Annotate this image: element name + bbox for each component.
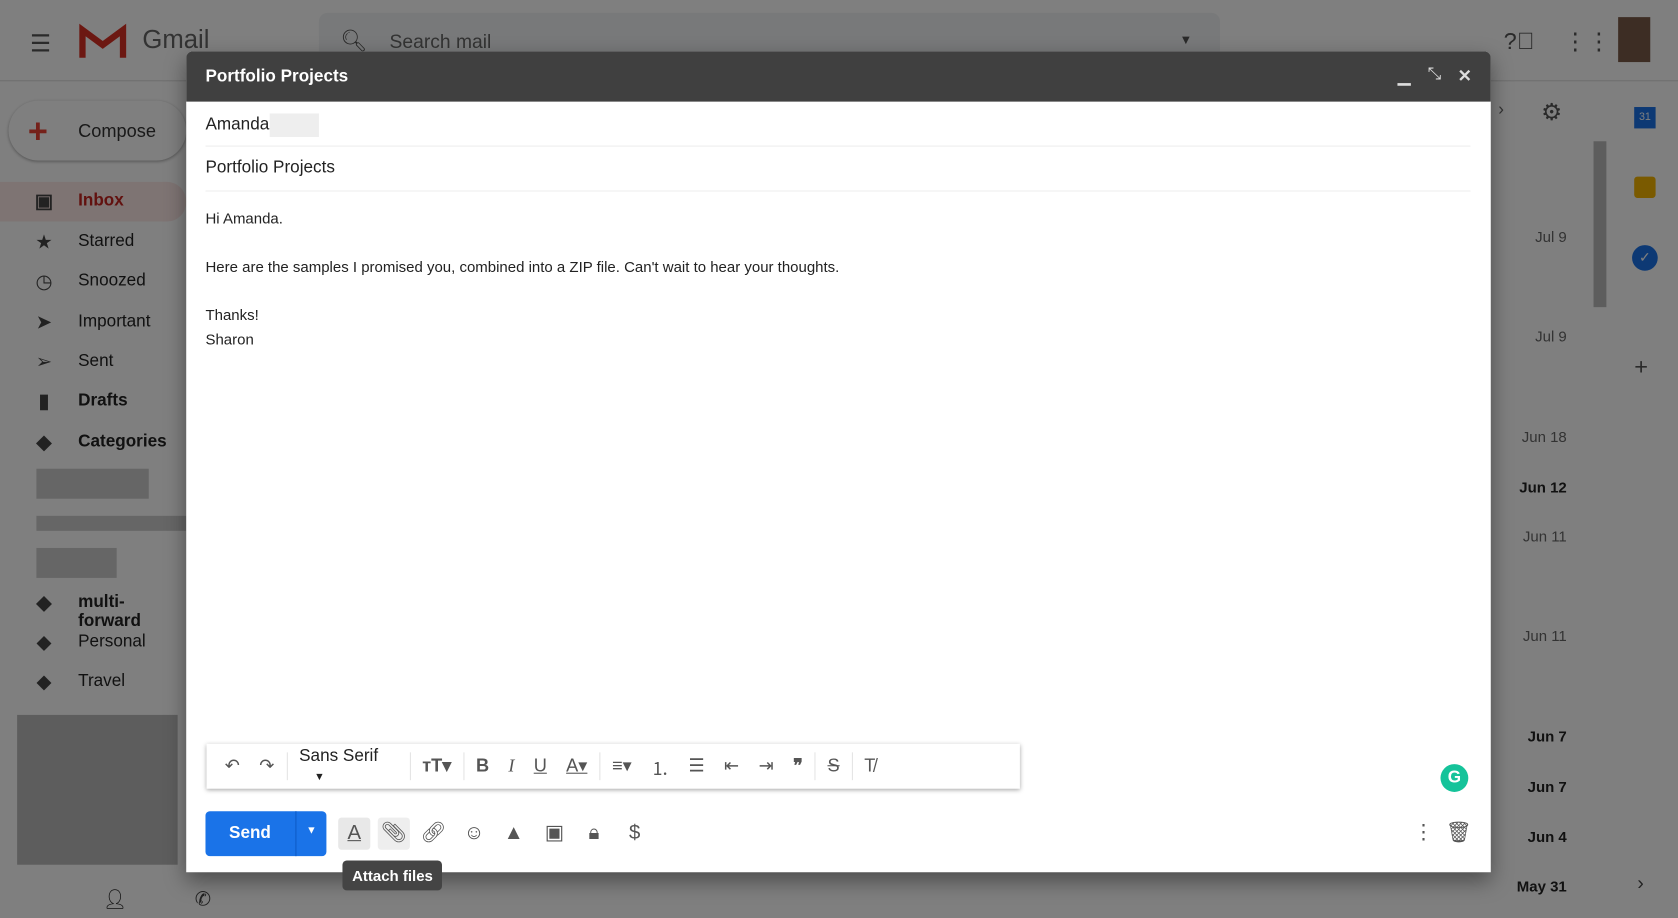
subject-value: Portfolio Projects	[205, 158, 335, 177]
photo-icon[interactable]: ▣	[538, 818, 570, 850]
link-icon[interactable]: 🔗︎	[417, 818, 449, 850]
attach-tooltip: Attach files	[342, 860, 443, 891]
remove-formatting-icon[interactable]: T̸	[855, 756, 885, 777]
recipient: Amanda	[205, 115, 270, 135]
underline-icon[interactable]: U	[524, 756, 556, 777]
emoji-icon[interactable]: ☺	[458, 818, 490, 850]
compose-titlebar[interactable]: Portfolio Projects ▁ ⤡ ✕	[186, 51, 1491, 102]
compose-title: Portfolio Projects	[205, 67, 349, 86]
message-body[interactable]: Hi Amanda. Here are the samples I promis…	[205, 207, 839, 351]
grammarly-icon[interactable]: G	[1440, 764, 1469, 792]
money-icon[interactable]: $	[619, 818, 651, 850]
body-line: Here are the samples I promised you, com…	[205, 257, 840, 276]
subject-field[interactable]: Portfolio Projects	[205, 147, 1471, 192]
font-value: Sans Serif	[299, 746, 379, 766]
redo-icon[interactable]: ↷	[250, 756, 285, 777]
bold-icon[interactable]: B	[466, 756, 498, 777]
numbered-list-icon[interactable]: ⒈	[641, 753, 678, 780]
discard-draft-icon[interactable]: 🗑︎	[1443, 818, 1475, 850]
body-line: Thanks!	[205, 306, 259, 324]
send-button[interactable]: Send ▼	[205, 811, 327, 857]
formatting-options-icon[interactable]: A	[338, 817, 371, 850]
drive-icon[interactable]: ▲	[498, 818, 530, 850]
chevron-down-icon: ▼	[314, 771, 325, 784]
indent-more-icon[interactable]: ⇥	[749, 756, 784, 777]
strikethrough-icon[interactable]: S	[818, 756, 849, 777]
exit-fullscreen-icon[interactable]: ⤡	[1428, 65, 1442, 84]
minimize-icon[interactable]: ▁	[1398, 65, 1411, 86]
body-line: Sharon	[205, 330, 254, 348]
send-label: Send	[229, 824, 271, 843]
attach-icon[interactable]: 📎︎	[377, 817, 410, 850]
more-options-icon[interactable]: ⋮	[1407, 818, 1439, 850]
send-options-icon[interactable]: ▼	[295, 811, 326, 857]
redacted-surname	[269, 113, 319, 137]
quote-icon[interactable]: ❞	[783, 756, 812, 777]
indent-less-icon[interactable]: ⇤	[714, 756, 749, 777]
undo-icon[interactable]: ↶	[215, 756, 250, 777]
confidential-mode-icon[interactable]: 🔒︎	[578, 818, 610, 850]
compose-dialog: Portfolio Projects ▁ ⤡ ✕ Amanda Portfoli…	[186, 51, 1491, 891]
align-icon[interactable]: ≡▾	[602, 756, 641, 777]
text-color-icon[interactable]: A▾	[556, 756, 597, 777]
close-icon[interactable]: ✕	[1458, 65, 1472, 86]
to-field[interactable]: Amanda	[205, 102, 1471, 147]
formatting-toolbar: ↶ ↷ Sans Serif ▼ тT▾ B I U A▾ ≡▾ ⒈ ☰ ⇤ ⇥…	[206, 743, 1020, 789]
italic-icon[interactable]: I	[499, 756, 524, 777]
bulleted-list-icon[interactable]: ☰	[679, 756, 715, 777]
body-line: Hi Amanda.	[205, 209, 283, 227]
font-select[interactable]: Sans Serif ▼	[289, 747, 407, 786]
text-size-icon[interactable]: тT▾	[413, 756, 461, 777]
